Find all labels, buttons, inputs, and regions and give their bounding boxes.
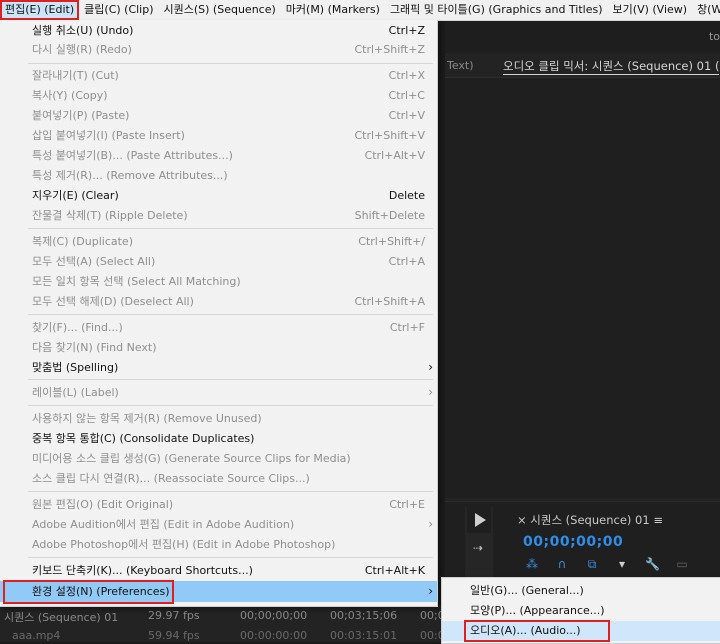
menu-item-undo[interactable]: 실행 취소(U) (Undo) Ctrl+Z <box>0 21 437 40</box>
menu-item-keyboard-shortcuts[interactable]: 키보드 단축키(K)... (Keyboard Shortcuts...) Ctr… <box>0 561 437 580</box>
selection-tool[interactable] <box>467 507 491 533</box>
menu-item-remove-attributes[interactable]: 특성 제거(R)... (Remove Attributes...) <box>0 166 437 185</box>
menu-item-consolidate-duplicates[interactable]: 중복 항목 통합(C) (Consolidate Duplicates) <box>0 429 437 448</box>
menu-item-copy[interactable]: 복사(Y) (Copy) Ctrl+C <box>0 86 437 105</box>
project-list: 시퀀스 (Sequence) 01 29.97 fps 00;00;00;00 … <box>0 606 445 642</box>
menu-item-find-next[interactable]: 다음 찾기(N) (Find Next) <box>0 338 437 357</box>
row-name: aaa.mp4 <box>12 629 61 642</box>
menu-separator <box>28 379 433 380</box>
menu-separator <box>28 491 433 492</box>
menu-graphics-titles[interactable]: 그래픽 및 타이틀(G) (Graphics and Titles) <box>385 0 608 20</box>
chevron-right-icon: › <box>428 517 433 531</box>
captions-icon[interactable]: ▭ <box>675 557 689 572</box>
menu-separator <box>28 557 433 558</box>
menu-item-find[interactable]: 찾기(F)... (Find...) Ctrl+F <box>0 318 437 337</box>
playhead-timecode[interactable]: 00;00;00;00 <box>523 534 623 550</box>
menu-separator <box>28 405 433 406</box>
row-start: 00:00:00:00 <box>240 629 308 642</box>
annotation-highlight-audio <box>464 620 610 642</box>
menu-view[interactable]: 보기(V) (View) <box>608 0 693 20</box>
panel-tab-strip: Text) 오디오 클립 믹서: 시퀀스 (Sequence) 01 ( <box>445 55 720 78</box>
menu-markers[interactable]: 마커(M) (Markers) <box>281 0 385 20</box>
magnet-icon[interactable]: ∩ <box>555 557 569 572</box>
submenu-item-appearance[interactable]: 모양(P)... (Appearance...) <box>442 601 720 621</box>
table-row[interactable]: aaa.mp4 59.94 fps 00:00:00:00 00:03:15:0… <box>0 626 445 644</box>
edit-menu-dropdown: 실행 취소(U) (Undo) Ctrl+Z 다시 실행(R) (Redo) Ctr… <box>0 20 438 607</box>
menu-clip[interactable]: 클립(C) (Clip) <box>79 0 158 20</box>
menu-item-label[interactable]: 레이블(L) (Label) › <box>0 383 437 402</box>
row-end: 00:03:15:01 <box>330 629 398 642</box>
menu-separator <box>28 228 433 229</box>
menu-item-remove-unused[interactable]: 사용하지 않는 항목 제거(R) (Remove Unused) <box>0 409 437 428</box>
menu-item-select-all[interactable]: 모두 선택(A) (Select All) Ctrl+A <box>0 252 437 271</box>
menu-separator <box>28 63 433 64</box>
timeline-panel: ⇢ × 시퀀스 (Sequence) 01 ≡ 00;00;00;00 ⁂ ∩ … <box>445 501 720 582</box>
chevron-right-icon: › <box>428 360 433 374</box>
row-start: 00;00;00;00 <box>240 609 308 622</box>
preferences-submenu: 일반(G)... (General...) 모양(P)... (Appearan… <box>441 577 720 644</box>
row-name: 시퀀스 (Sequence) 01 <box>4 611 119 624</box>
menu-item-select-all-matching[interactable]: 모든 일치 항목 선택 (Select All Matching) <box>0 272 437 291</box>
menu-item-spelling[interactable]: 맞춤법 (Spelling) › <box>0 358 437 377</box>
app-workspace: to Text) 오디오 클립 믹서: 시퀀스 (Sequence) 01 ( … <box>445 21 720 642</box>
menu-item-paste[interactable]: 붙여넣기(P) (Paste) Ctrl+V <box>0 106 437 125</box>
track-select-tool-icon[interactable]: ⇢ <box>473 541 483 555</box>
chevron-right-icon: › <box>428 385 433 399</box>
annotation-highlight-preferences <box>3 580 174 604</box>
menu-item-paste-insert[interactable]: 삽입 붙여넣기(I) (Paste Insert) Ctrl+Shift+V <box>0 126 437 145</box>
row-fps: 29.97 fps <box>148 609 200 622</box>
chevron-right-icon: › <box>428 584 433 598</box>
menu-edit[interactable]: 편집(E) (Edit) <box>0 0 80 20</box>
menu-item-edit-in-audition[interactable]: Adobe Audition에서 편집 (Edit in Adobe Audit… <box>0 515 437 534</box>
wrench-icon[interactable]: 🔧 <box>645 557 660 572</box>
linked-selection-icon[interactable]: ⧉ <box>585 557 599 572</box>
menu-item-cut[interactable]: 잘라내기(T) (Cut) Ctrl+X <box>0 66 437 85</box>
text-tab[interactable]: Text) <box>447 59 474 72</box>
menu-item-redo[interactable]: 다시 실행(R) (Redo) Ctrl+Shift+Z <box>0 40 437 59</box>
menu-item-paste-attributes[interactable]: 특성 붙여넣기(B)... (Paste Attributes...) Ctrl+… <box>0 146 437 165</box>
menu-item-reassociate-source-clips[interactable]: 소스 클립 다시 연결(R)... (Reassociate Source Cl… <box>0 469 437 488</box>
menu-window[interactable]: 창(W) (Wi <box>692 0 720 20</box>
menu-sequence[interactable]: 시퀀스(S) (Sequence) <box>159 0 281 20</box>
menu-bar: 편집(E) (Edit) 클립(C) (Clip) 시퀀스(S) (Sequen… <box>0 0 720 21</box>
menu-item-generate-source-clips[interactable]: 미디어용 소스 클립 생성(G) (Generate Source Clips … <box>0 449 437 468</box>
workspace-label[interactable]: to <box>709 30 720 43</box>
mixer-panel <box>445 78 720 498</box>
menu-separator <box>28 314 433 315</box>
selection-tool-icon <box>475 513 486 527</box>
menu-item-ripple-delete[interactable]: 잔물결 삭제(T) (Ripple Delete) Shift+Delete <box>0 206 437 225</box>
row-end: 00;03;15;06 <box>330 609 398 622</box>
timeline-toolbar: ⁂ ∩ ⧉ ▾ 🔧 ▭ <box>525 557 689 572</box>
workspace-bar: to <box>445 21 720 53</box>
marker-icon[interactable]: ▾ <box>615 557 629 572</box>
tools-panel: ⇢ <box>465 507 493 582</box>
menu-item-edit-in-photoshop[interactable]: Adobe Photoshop에서 편집(H) (Edit in Adobe P… <box>0 535 437 554</box>
submenu-item-general[interactable]: 일반(G)... (General...) <box>442 581 720 601</box>
table-row[interactable]: 시퀀스 (Sequence) 01 29.97 fps 00;00;00;00 … <box>0 606 445 624</box>
row-fps: 59.94 fps <box>148 629 200 642</box>
snap-icon[interactable]: ⁂ <box>525 557 539 572</box>
sequence-tab[interactable]: × 시퀀스 (Sequence) 01 ≡ <box>517 512 663 528</box>
menu-item-clear[interactable]: 지우기(E) (Clear) Delete <box>0 186 437 205</box>
menu-item-edit-original[interactable]: 원본 편집(O) (Edit Original) Ctrl+E <box>0 495 437 514</box>
audio-clip-mixer-tab[interactable]: 오디오 클립 믹서: 시퀀스 (Sequence) 01 ( <box>503 58 720 75</box>
menu-item-deselect-all[interactable]: 모두 선택 해제(D) (Deselect All) Ctrl+Shift+A <box>0 292 437 311</box>
menu-item-duplicate[interactable]: 복제(C) (Duplicate) Ctrl+Shift+/ <box>0 232 437 251</box>
